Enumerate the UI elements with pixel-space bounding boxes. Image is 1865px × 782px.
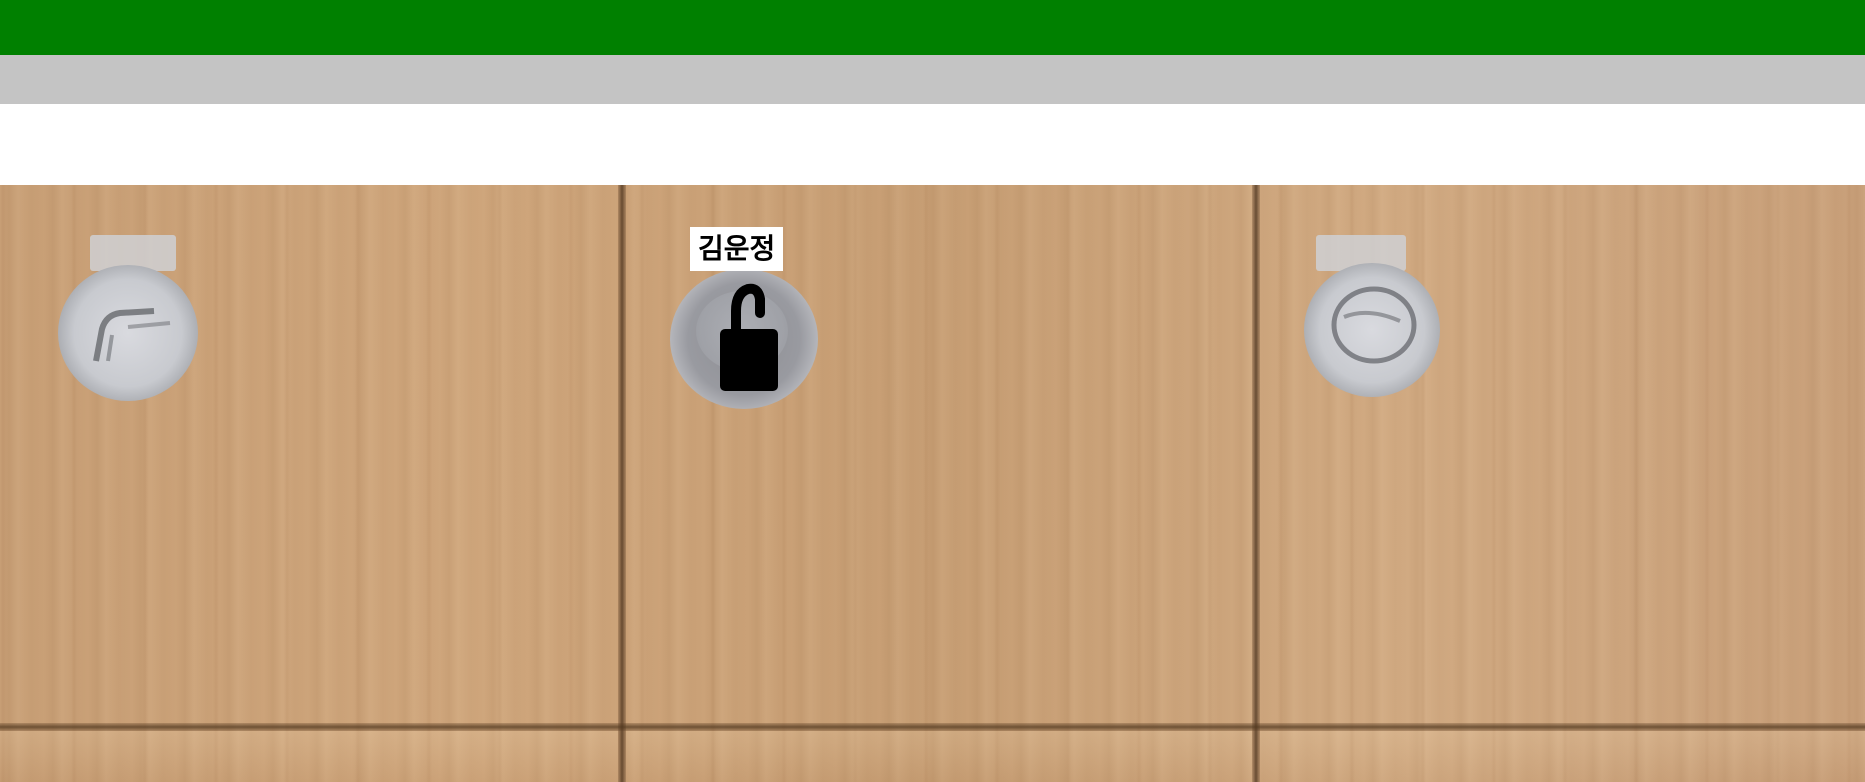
locker-grid: 김운정 [0,185,1865,782]
top-header-bar [0,0,1865,55]
sub-header-bar [0,55,1865,104]
locker-divider [1252,185,1260,782]
lower-locker-door-3[interactable] [1260,731,1865,782]
empty-lock-slot-icon [1304,263,1440,397]
empty-lock-slot-icon [58,265,198,401]
content-spacer [0,104,1865,185]
locker-door-3[interactable] [1260,185,1865,723]
lower-locker-door-2[interactable] [626,731,1252,782]
locker-door-2[interactable]: 김운정 [626,185,1253,723]
lower-locker-door-1[interactable] [0,731,618,782]
padlock-icon [720,283,778,391]
locker-row-divider [0,723,1865,731]
locker-owner-name: 김운정 [690,227,784,271]
locker-divider [618,185,626,782]
locker-door-1[interactable] [0,185,620,723]
